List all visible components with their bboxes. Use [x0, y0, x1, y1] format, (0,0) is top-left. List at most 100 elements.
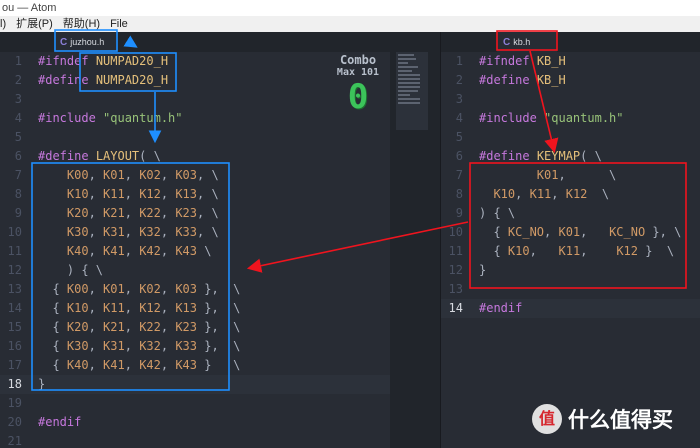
tab-kb[interactable]: Ckb.h: [497, 32, 557, 52]
code-line[interactable]: 7 K00, K01, K02, K03, \: [0, 166, 390, 185]
right-editor[interactable]: 1 #ifndef KB_H 2 #define KB_H 3 4 #include "qu…: [441, 52, 700, 448]
line-number: 11: [7, 244, 22, 258]
code-line[interactable]: 4 #include "quantum.h": [441, 109, 700, 128]
code-token: \: [587, 187, 610, 201]
tab-label: juzhou.h: [70, 37, 105, 47]
code-text: K01, \: [479, 166, 616, 185]
code-line[interactable]: 8 K10, K11, K12 \: [441, 185, 700, 204]
code-token: #ifndef: [479, 54, 530, 68]
code-line[interactable]: 20 #endif: [0, 413, 390, 432]
code-token: ,: [124, 244, 140, 258]
code-text: { K40, K41, K42, K43 } \: [38, 356, 240, 375]
line-number: 12: [448, 263, 463, 277]
code-token: K01: [103, 168, 125, 182]
code-token: ,: [160, 320, 176, 334]
code-line[interactable]: 21: [0, 432, 390, 448]
line-number: 13: [448, 282, 463, 296]
code-line[interactable]: 9 K20, K21, K22, K23, \: [0, 204, 390, 223]
code-line[interactable]: 16 { K30, K31, K32, K33 }, \: [0, 337, 390, 356]
menu-item-file[interactable]: File: [110, 16, 128, 32]
line-number: 19: [7, 396, 22, 410]
code-line[interactable]: 6 #define KEYMAP( \: [441, 147, 700, 166]
code-line[interactable]: 18}: [0, 375, 390, 394]
code-token: ,: [160, 339, 176, 353]
code-token: ,: [124, 339, 140, 353]
code-token: #ifndef: [38, 54, 89, 68]
line-number: 12: [7, 263, 22, 277]
code-token: {: [38, 320, 67, 334]
left-tab-bar: Cjuzhou.h: [0, 32, 440, 53]
code-line[interactable]: 3: [441, 90, 700, 109]
minimap[interactable]: [396, 52, 428, 130]
line-number: 9: [14, 206, 22, 220]
code-line[interactable]: 11 { K10, K11, K12 } \: [441, 242, 700, 261]
code-token: K01: [103, 282, 125, 296]
menu-item-extensions[interactable]: 扩展(P): [16, 16, 53, 32]
line-number: 16: [7, 339, 22, 353]
code-line[interactable]: 6 #define LAYOUT( \: [0, 147, 390, 166]
code-token: ( \: [580, 149, 602, 163]
code-line[interactable]: 13: [441, 280, 700, 299]
code-line[interactable]: 12 ) { \: [0, 261, 390, 280]
code-line[interactable]: 8 K10, K11, K12, K13, \: [0, 185, 390, 204]
code-line[interactable]: 11 K40, K41, K42, K43 \: [0, 242, 390, 261]
code-token: } \: [197, 358, 241, 372]
code-token: ,: [580, 225, 610, 239]
line-number: 11: [448, 244, 463, 258]
line-number: 21: [7, 434, 22, 448]
code-token: }, \: [197, 320, 241, 334]
code-token: K20: [66, 206, 89, 220]
code-line[interactable]: 14 #endif: [441, 299, 700, 318]
line-number: 1: [14, 54, 22, 68]
code-line[interactable]: 13 { K00, K01, K02, K03 }, \: [0, 280, 390, 299]
code-token: K10: [507, 244, 530, 258]
code-token: K23: [175, 320, 198, 334]
code-line[interactable]: 15 { K20, K21, K22, K23 }, \: [0, 318, 390, 337]
code-line[interactable]: 14 { K10, K11, K12, K13 }, \: [0, 299, 390, 318]
code-token: NUMPAD20_H: [95, 54, 169, 68]
combo-count: 0: [347, 77, 369, 117]
code-text: #define KB_H: [479, 71, 566, 90]
code-text: { K10, K11, K12 } \: [479, 242, 674, 261]
code-token: #endif: [479, 301, 523, 315]
code-line[interactable]: 9) { \: [441, 204, 700, 223]
code-token: , \: [197, 187, 219, 201]
code-token: KB_H: [536, 73, 566, 87]
line-number: 9: [455, 206, 463, 220]
code-line[interactable]: 5: [441, 128, 700, 147]
code-token: K10: [66, 301, 89, 315]
code-line[interactable]: 10 { KC_NO, K01, KC_NO }, \: [441, 223, 700, 242]
code-line[interactable]: 5: [0, 128, 390, 147]
code-line[interactable]: 2 #define KB_H: [441, 71, 700, 90]
code-line[interactable]: 17 { K40, K41, K42, K43 } \: [0, 356, 390, 375]
code-text: #endif: [38, 413, 81, 432]
code-token: #endif: [38, 415, 82, 429]
code-token: K40: [66, 358, 89, 372]
tab-juzhou[interactable]: Cjuzhou.h: [54, 32, 118, 52]
code-text: { KC_NO, K01, KC_NO }, \: [479, 223, 681, 242]
code-line[interactable]: 12}: [441, 261, 700, 280]
code-token: ,: [124, 206, 140, 220]
code-text: { K30, K31, K32, K33 }, \: [38, 337, 240, 356]
menu-item[interactable]: l): [0, 16, 6, 32]
code-token: K42: [139, 244, 161, 258]
code-token: K13: [175, 187, 198, 201]
code-token: K11: [103, 301, 125, 315]
code-token: K00: [66, 282, 89, 296]
code-line[interactable]: 10 K30, K31, K32, K33, \: [0, 223, 390, 242]
line-number: 10: [448, 225, 463, 239]
code-token: ,: [124, 282, 140, 296]
code-token: ,: [88, 244, 104, 258]
code-token: KEYMAP: [536, 149, 581, 163]
line-number: 13: [7, 282, 22, 296]
code-token: KC_NO: [609, 225, 646, 239]
code-text: K10, K11, K12, K13, \: [38, 185, 219, 204]
code-line[interactable]: 19: [0, 394, 390, 413]
menu-item-help[interactable]: 帮助(H): [63, 16, 100, 32]
code-token: K02: [139, 168, 161, 182]
line-number: 14: [448, 301, 463, 315]
code-line[interactable]: 1 #ifndef KB_H: [441, 52, 700, 71]
code-line[interactable]: 7 K01, \: [441, 166, 700, 185]
